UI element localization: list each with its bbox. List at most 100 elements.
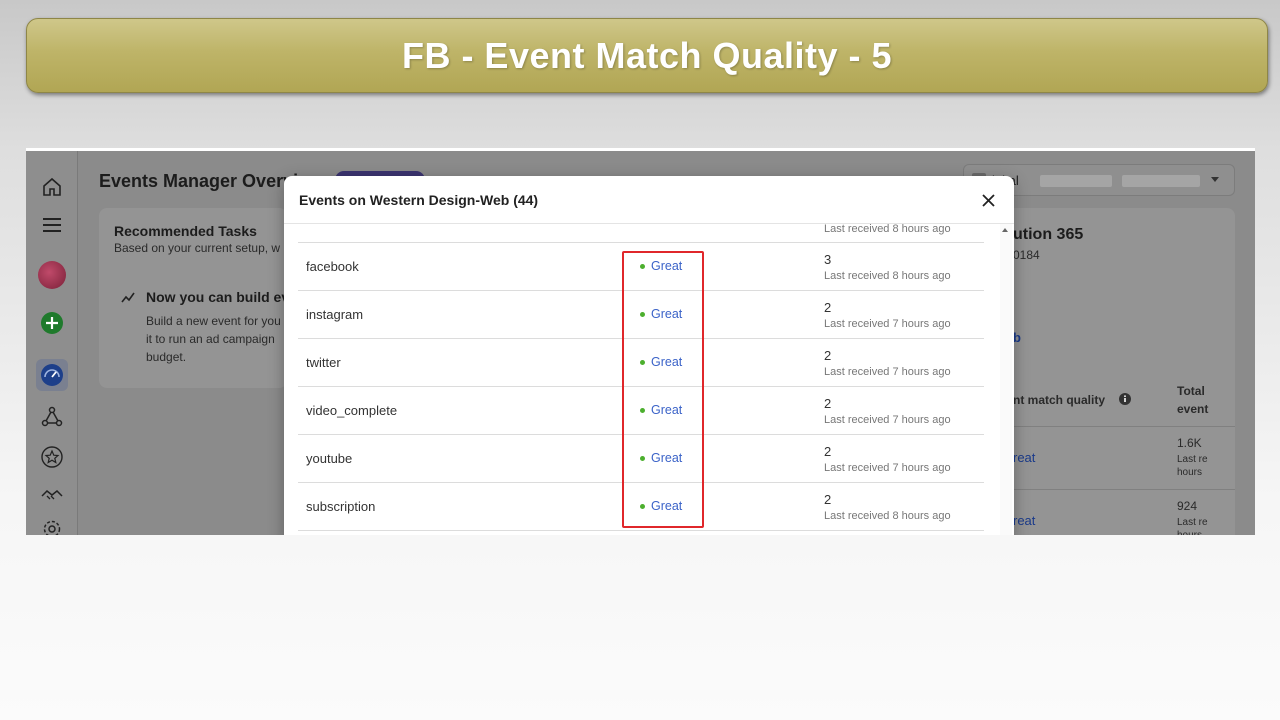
slide-title: FB - Event Match Quality - 5 [401,34,893,76]
events-table: Last received 8 hours ago facebook Great… [298,224,984,535]
status-dot [640,311,645,317]
info-icon [1119,393,1131,405]
dashboard-gauge-icon [41,364,63,386]
event-count: 2 [824,348,832,363]
event-count: 2 [824,300,832,315]
close-button[interactable] [978,190,998,210]
tip-title: Now you can build ev [146,289,290,305]
avatar [38,261,66,289]
last-received: hours [1177,530,1202,535]
last-received: Last received 7 hours ago [824,462,951,474]
dataset-id: 0184 [1013,248,1040,262]
nav-account[interactable] [36,259,68,291]
quality-link[interactable]: Great [640,355,682,369]
total-value: 924 [1177,499,1198,513]
event-name: youtube [306,451,353,466]
close-icon [981,193,995,207]
table-row: Last received 8 hours ago [298,224,984,243]
status-dot [640,407,645,413]
dataset-link[interactable]: b [1013,330,1021,345]
quality-label: Great [651,403,683,417]
slide-title-banner: FB - Event Match Quality - 5 [26,18,1268,93]
quality-label: Great [651,355,683,369]
nav-overview[interactable] [36,359,68,391]
last-received: Last received 8 hours ago [824,270,951,282]
last-received: Last received 8 hours ago [824,510,951,522]
tip-line: it to run an ad campaign [146,332,275,346]
star-circle-icon [41,446,63,468]
home-icon [43,177,61,196]
event-count: 2 [824,396,832,411]
nav-data-sources[interactable] [36,401,68,433]
status-dot [640,359,645,365]
table-row[interactable]: video_complete Great 2 Last received 7 h… [298,387,984,435]
status-dot [640,263,645,269]
quality-label: Great [651,451,683,465]
status-dot [640,503,645,509]
nav-favorites[interactable] [36,441,68,473]
tasks-subtitle: Based on your current setup, w [114,241,281,255]
table-row[interactable]: youtube Great 2 Last received 7 hours ag… [298,435,984,483]
menu-icon [43,218,61,232]
nav-create[interactable] [36,307,68,339]
events-manager-screenshot: Events Manager Overvi igital Recommended… [26,148,1255,535]
page-title: Events Manager Overvi [99,171,299,191]
event-count: 2 [824,444,832,459]
column-header-match-quality: nt match quality [1013,393,1106,407]
modal-header: Events on Western Design-Web (44) [284,176,1014,224]
last-received: hours [1177,467,1203,478]
quality-link[interactable]: reat [1013,513,1035,528]
table-row[interactable]: subscription Great 2 Last received 8 hou… [298,483,984,531]
nav-partners[interactable] [36,479,68,511]
quality-link[interactable]: Great [640,259,682,273]
quality-link[interactable]: Great [640,451,682,465]
event-count: 3 [824,252,832,267]
nav-settings[interactable] [36,513,68,535]
scroll-up-arrow-icon[interactable] [1002,228,1008,232]
last-received: Last re [1177,517,1208,528]
network-nodes-icon [41,406,63,427]
last-received: Last received 7 hours ago [824,318,951,330]
last-received: Last re [1177,454,1208,465]
table-row[interactable]: facebook Great 3 Last received 8 hours a… [298,243,984,291]
sparkle-chart-icon [121,292,135,303]
redacted-text [1122,175,1200,187]
recommended-tasks-card: Recommended Tasks Based on your current … [99,208,290,388]
quality-link[interactable]: Great [640,403,682,417]
tasks-title: Recommended Tasks [114,223,257,239]
nav-menu[interactable] [36,209,68,241]
dataset-card: ution 365 0184 b nt match quality Total … [979,208,1235,535]
last-received: Last received 7 hours ago [824,366,951,378]
quality-link[interactable]: Great [640,307,682,321]
last-received: Last received 7 hours ago [824,414,951,426]
event-name: instagram [306,307,364,322]
left-nav [26,151,78,535]
tip-line: budget. [146,350,187,364]
events-modal: Events on Western Design-Web (44) Last r… [284,176,1014,535]
event-count: 2 [824,492,832,507]
status-dot [640,455,645,461]
dataset-name: ution 365 [1013,226,1084,243]
quality-link[interactable]: Great [640,499,682,513]
column-header-total: Total [1177,384,1205,398]
redacted-text [1040,175,1112,187]
gear-icon [43,520,61,535]
quality-label: Great [651,499,683,513]
last-received: Last received 8 hours ago [824,224,951,235]
chevron-down-icon [1211,177,1219,182]
quality-label: Great [651,259,683,273]
table-row[interactable]: instagram Great 2 Last received 7 hours … [298,291,984,339]
nav-home[interactable] [36,171,68,203]
column-header-events: event [1177,402,1209,416]
quality-link[interactable]: reat [1013,450,1035,465]
event-name: video_complete [306,403,398,418]
modal-scrollbar[interactable] [1000,224,1012,535]
event-name: subscription [306,499,376,514]
total-value: 1.6K [1177,436,1202,450]
tip-line: Build a new event for you [146,314,281,328]
quality-label: Great [651,307,683,321]
event-name: twitter [306,355,341,370]
table-row[interactable]: twitter Great 2 Last received 7 hours ag… [298,339,984,387]
handshake-icon [41,489,63,500]
modal-title: Events on Western Design-Web (44) [299,191,539,208]
